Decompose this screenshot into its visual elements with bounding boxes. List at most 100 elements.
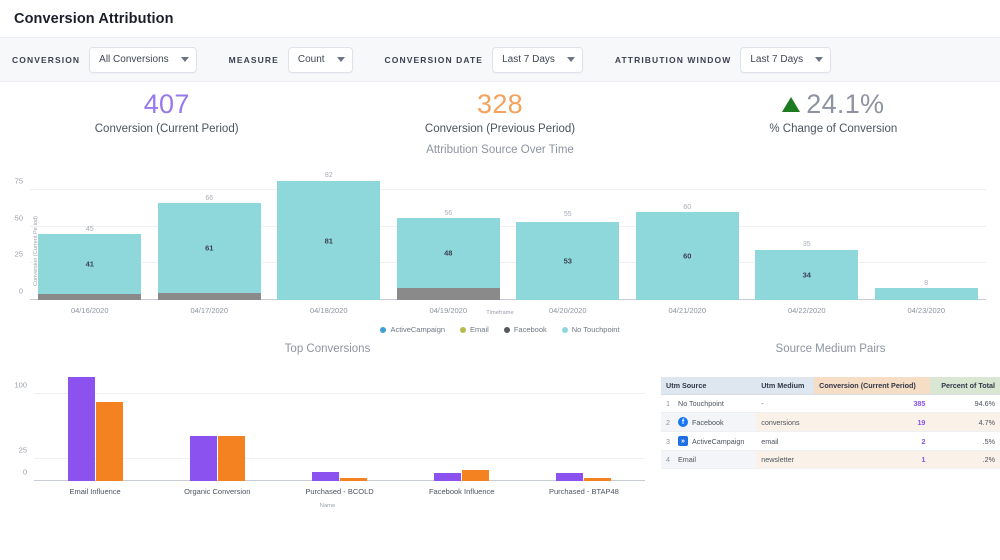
table-row[interactable]: 2 f Facebook conversions 19 4.7%	[661, 412, 1000, 432]
utm-source-label: Email	[678, 455, 696, 464]
bar-segment-value: 34	[802, 270, 811, 280]
chevron-down-icon	[566, 57, 575, 62]
bar-column[interactable]: 41 45 04/16/2020	[30, 171, 150, 315]
kpi-value-current: 407	[143, 89, 190, 119]
cell-conversion: 19	[814, 412, 931, 432]
y-axis-tick: 100	[14, 380, 27, 389]
bar-column[interactable]: 53 55 04/20/2020	[508, 171, 628, 315]
legend-label: No Touchpoint	[571, 325, 620, 334]
bar-segment-facebook[interactable]	[157, 292, 261, 300]
cell-percent-of-total: .2%	[930, 450, 1000, 469]
chevron-down-icon	[180, 57, 189, 62]
bar-segment-no-touchpoint[interactable]: 61	[157, 203, 261, 293]
bar-segment-no-touchpoint[interactable]: 41	[38, 234, 142, 295]
bar-segment-no-touchpoint[interactable]: 81	[277, 181, 381, 300]
cell-utm-medium: newsletter	[756, 450, 815, 469]
bar-column[interactable]: 48 56 04/19/2020	[389, 171, 509, 315]
legend-label: ActiveCampaign	[390, 325, 446, 334]
bar-current-period[interactable]	[189, 436, 217, 481]
kpi-conversion-previous: 328 Conversion (Previous Period)	[333, 89, 666, 144]
chevron-down-icon	[336, 57, 345, 62]
bar-segment-no-touchpoint[interactable]: 60	[635, 212, 739, 300]
column-header-conversion[interactable]: Conversion (Current Period)	[814, 377, 931, 395]
y-axis-tick: 50	[14, 213, 23, 223]
top-conversions-plot-area: 0 25 100 Email Influence Organic Conversion…	[14, 369, 645, 496]
filter-bar: CONVERSION All Conversions MEASURE Count…	[0, 37, 1000, 82]
bar-segment-no-touchpoint[interactable]: 53	[516, 222, 620, 300]
y-axis-tick: 0	[18, 286, 23, 296]
bar-segment-no-touchpoint[interactable]	[874, 288, 978, 300]
bar-column[interactable]: 60 60 04/21/2020	[628, 171, 748, 315]
bar-current-period[interactable]	[312, 472, 339, 481]
facebook-icon: f	[678, 417, 688, 427]
bar-column[interactable]: 8 04/23/2020	[867, 171, 987, 315]
cell-percent-of-total: .5%	[930, 431, 1000, 451]
bar-group[interactable]: Purchased - BTAP48	[523, 369, 645, 496]
attribution-legend: ActiveCampaign Email Facebook No Touchpoint	[0, 325, 1000, 334]
bar-column[interactable]: 81 82 04/18/2020	[269, 171, 389, 315]
filter-select-conversion-date[interactable]: Last 7 Days	[492, 46, 583, 73]
bar-group[interactable]: Email Influence	[34, 369, 156, 496]
table-header-row: Utm Source Utm Medium Conversion (Curren…	[661, 377, 1000, 395]
bar-group[interactable]: Organic Conversion	[156, 369, 278, 496]
bar-current-period[interactable]	[556, 473, 584, 481]
filter-value-conversion-date: Last 7 Days	[502, 54, 555, 65]
filter-select-conversion[interactable]: All Conversions	[89, 46, 197, 73]
legend-item[interactable]: Email	[460, 325, 489, 334]
kpi-value-change: 24.1%	[806, 89, 885, 119]
legend-label: Email	[470, 325, 489, 334]
filter-label-attribution-window: ATTRIBUTION WINDOW	[614, 54, 732, 65]
row-index: 4	[661, 450, 673, 469]
y-axis-tick: 75	[14, 176, 23, 186]
legend-item[interactable]: Facebook	[503, 325, 547, 334]
trend-up-icon	[782, 97, 801, 112]
legend-item[interactable]: ActiveCampaign	[380, 325, 445, 334]
bar-column[interactable]: 34 35 04/22/2020	[747, 171, 867, 315]
bar-segment-no-touchpoint[interactable]: 48	[396, 217, 500, 289]
table-row[interactable]: 1 No Touchpoint -385 94.6%	[661, 394, 1000, 413]
utm-source-label: ActiveCampaign	[692, 436, 745, 446]
bar-previous-period[interactable]	[217, 436, 245, 481]
table-row[interactable]: 3 » ActiveCampaign email 2.5%	[661, 431, 1000, 451]
table-row[interactable]: 4 Email newsletter 1.2%	[661, 450, 1000, 469]
bar-total-label: 45	[85, 226, 94, 234]
filter-select-measure[interactable]: Count	[287, 46, 353, 73]
bar-total-label: 82	[324, 171, 333, 179]
source-medium-pairs-panel: Source Medium Pairs Utm Source Utm Mediu…	[655, 343, 1000, 511]
filter-label-conversion: CONVERSION	[12, 54, 81, 65]
bar-group[interactable]: Facebook Influence	[401, 369, 523, 496]
bar-segment-value: 81	[324, 236, 333, 246]
legend-label: Facebook	[513, 325, 547, 334]
bar-group[interactable]: Purchased - BCOLD	[278, 369, 400, 496]
column-header-percent-of-total[interactable]: Percent of Total	[930, 377, 1000, 395]
column-header-utm-source[interactable]: Utm Source	[661, 377, 757, 395]
bar-segment-facebook[interactable]	[396, 288, 500, 300]
bar-previous-period[interactable]	[462, 469, 490, 481]
column-header-utm-medium[interactable]: Utm Medium	[756, 377, 815, 395]
bar-total-label: 60	[683, 204, 692, 212]
row-index: 1	[661, 394, 673, 413]
cell-percent-of-total: 4.7%	[930, 412, 1000, 432]
bar-segment-no-touchpoint[interactable]: 34	[755, 250, 859, 300]
kpi-row: 407 Conversion (Current Period) 328 Conv…	[0, 82, 1000, 144]
source-medium-pairs-title: Source Medium Pairs	[775, 343, 886, 355]
utm-source-label: No Touchpoint	[678, 399, 724, 408]
cell-conversion: 1	[814, 450, 931, 469]
y-axis-tick: 25	[18, 445, 27, 455]
legend-color-swatch	[561, 326, 568, 333]
bar-segment-facebook[interactable]	[38, 294, 142, 300]
page-title: Conversion Attribution	[14, 10, 174, 27]
chevron-down-icon	[815, 57, 824, 62]
bar-previous-period[interactable]	[340, 477, 367, 481]
bar-previous-period[interactable]	[95, 402, 123, 481]
kpi-value-previous: 328	[477, 89, 523, 119]
bar-column[interactable]: 61 66 04/17/2020	[150, 171, 270, 315]
bar-current-period[interactable]	[434, 473, 462, 481]
legend-item[interactable]: No Touchpoint	[561, 325, 620, 334]
cell-utm-source: f Facebook	[673, 412, 757, 432]
filter-select-attribution-window[interactable]: Last 7 Days	[740, 46, 832, 73]
bar-current-period[interactable]	[67, 376, 95, 481]
row-index: 2	[661, 412, 673, 432]
cell-conversion: 2	[814, 431, 931, 451]
bar-previous-period[interactable]	[584, 478, 612, 481]
